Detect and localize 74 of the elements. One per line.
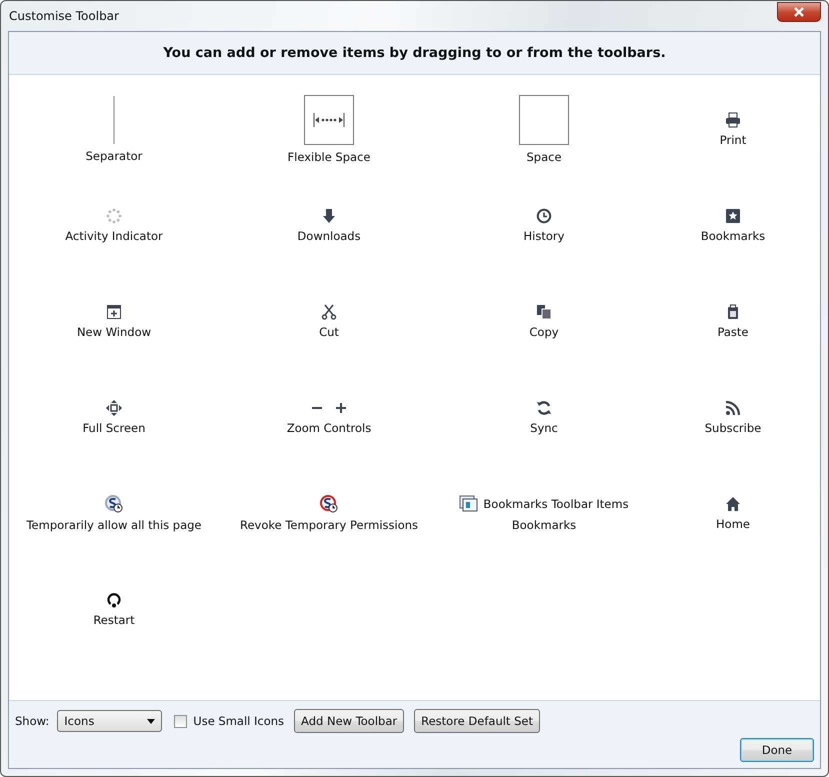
spinner-icon	[106, 208, 122, 224]
item-label: Separator	[86, 148, 142, 162]
caret-icon	[147, 718, 156, 724]
small-icons-checkbox[interactable]	[174, 714, 188, 728]
toolbar-item[interactable]: Paste	[649, 273, 817, 369]
toolbar-item[interactable]: Cut	[219, 273, 439, 369]
item-label: Zoom Controls	[286, 420, 372, 434]
item-label: Downloads	[297, 228, 361, 242]
toolbar-item[interactable]: New Window	[9, 273, 219, 369]
item-label: Paste	[717, 324, 749, 338]
toolbar-item[interactable]: Space	[439, 81, 649, 177]
toolbar-item[interactable]: Activity Indicator	[9, 177, 219, 273]
fullscreen-icon	[106, 400, 122, 416]
item-label: History	[524, 228, 564, 242]
done-button[interactable]: Done	[740, 738, 814, 762]
toolbar-item[interactable]: Subscribe	[649, 369, 817, 465]
item-label: Subscribe	[704, 420, 762, 434]
item-label: Restart	[93, 612, 135, 626]
toolbar-button[interactable]: Restore Default Set	[414, 709, 540, 733]
clock-icon	[536, 208, 552, 224]
item-label: Cut	[319, 324, 339, 338]
home-icon	[725, 496, 741, 512]
close-icon	[793, 7, 805, 17]
toolbar-item[interactable]: Home	[649, 465, 817, 561]
bookmarks-toolbar-icon	[459, 494, 480, 512]
item-label: Temporarily allow all this page	[26, 518, 202, 532]
toolbar-item[interactable]: Restart	[9, 561, 219, 657]
toolbar-item[interactable]: Copy	[439, 273, 649, 369]
checkbox-label: Use Small Icons	[193, 714, 284, 728]
item-label: Bookmarks Toolbar Items	[483, 496, 629, 510]
script-clock-icon	[105, 494, 123, 512]
window-title: Customise Toolbar	[8, 9, 119, 23]
blocked-script-icon	[320, 494, 338, 512]
toolbar-item[interactable]: Revoke Temporary Permissions	[219, 465, 439, 561]
sync-arrows-icon	[536, 400, 552, 416]
space-icon	[519, 94, 569, 144]
toolbar-item[interactable]: Bookmarks	[649, 177, 817, 273]
item-label: Revoke Temporary Permissions	[240, 518, 418, 532]
item-label: Activity Indicator	[65, 228, 163, 242]
scissors-icon	[321, 304, 337, 320]
copy-icon	[536, 304, 552, 320]
toolbar-item[interactable]: Print	[649, 81, 817, 177]
toolbar-item[interactable]: Bookmarks Toolbar Items Bookmarks	[439, 465, 649, 561]
toolbar-item[interactable]: Full Screen	[9, 369, 219, 465]
item-label: Flexible Space	[288, 150, 370, 164]
show-dropdown[interactable]: Icons	[57, 710, 162, 732]
toolbar-item[interactable]: Zoom Controls	[219, 369, 439, 465]
item-label: Space	[526, 150, 562, 164]
instructions-text: You can add or remove items by dragging to or from the toolbars.	[163, 45, 666, 61]
clipboard-icon	[725, 304, 741, 320]
toolbar-item[interactable]: Downloads	[219, 177, 439, 273]
separator-line-icon	[112, 96, 116, 144]
show-label: Show:	[15, 714, 50, 728]
toolbar-button[interactable]: Add New Toolbar	[294, 709, 404, 733]
toolbar-item[interactable]: Temporarily allow all this page	[9, 465, 219, 561]
item-label: Copy	[529, 324, 559, 338]
item-label: Bookmarks	[700, 228, 766, 242]
flexible-space-icon	[304, 94, 354, 144]
toolbar-item[interactable]: History	[439, 177, 649, 273]
printer-icon	[725, 112, 741, 128]
download-arrow-icon	[321, 208, 337, 224]
item-label: Bookmarks	[512, 518, 576, 532]
restart-icon	[106, 592, 122, 608]
toolbar-item[interactable]: Sync	[439, 369, 649, 465]
toolbar-item[interactable]: Flexible Space	[219, 81, 439, 177]
item-label: Print	[720, 132, 746, 146]
new-window-icon	[106, 304, 122, 320]
item-label: Home	[716, 516, 750, 530]
close-button[interactable]	[777, 2, 821, 22]
item-label: Full Screen	[82, 420, 146, 434]
item-label: Sync	[530, 420, 558, 434]
toolbar-item[interactable]: Separator	[9, 81, 219, 177]
feed-icon	[725, 400, 741, 416]
item-label: New Window	[76, 324, 152, 338]
